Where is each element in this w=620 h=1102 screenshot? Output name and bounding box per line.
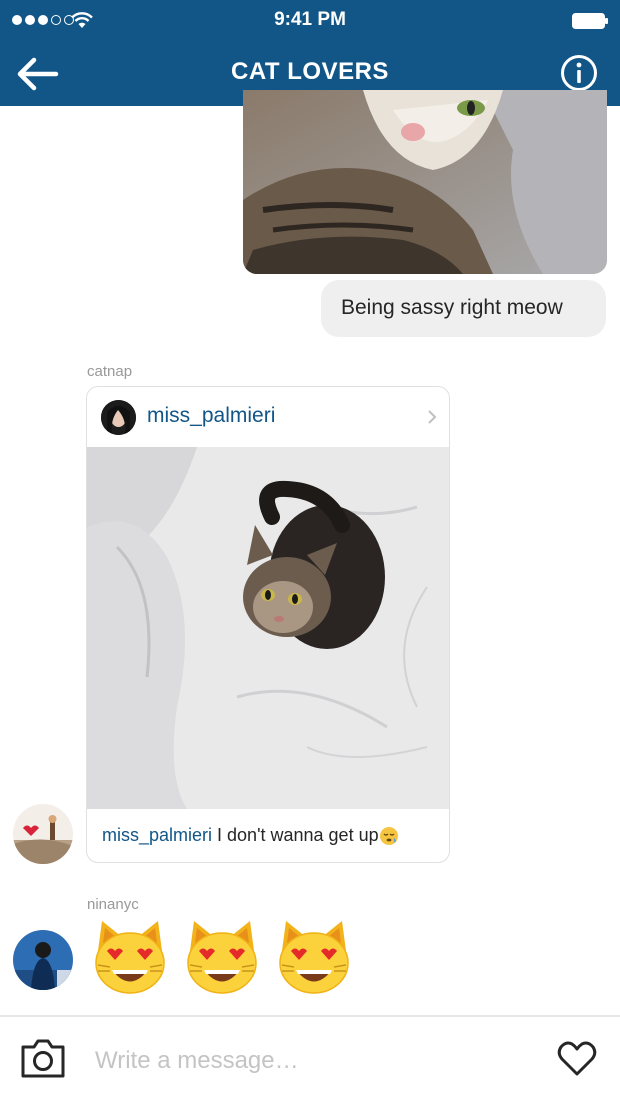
post-author-username[interactable]: miss_palmieri: [147, 404, 275, 428]
heart-eyes-cat-icon: [279, 921, 349, 994]
sender-name-catnap: catnap: [87, 363, 133, 380]
caption-text: I don't wanna get up: [212, 825, 379, 845]
message-input[interactable]: [95, 1043, 525, 1079]
sleepy-face-icon: [379, 827, 398, 846]
post-author-avatar[interactable]: [101, 400, 136, 435]
status-bar: 9:41 PM: [0, 0, 620, 44]
post-photo[interactable]: [87, 447, 449, 809]
ninanyc-avatar[interactable]: [13, 930, 73, 990]
heart-eyes-cat-icon: [95, 921, 165, 994]
outgoing-cat-photo[interactable]: [243, 90, 607, 274]
shared-post-card[interactable]: miss_palmieri miss_palmieri I don't wann…: [86, 386, 450, 863]
status-time: 9:41 PM: [274, 9, 346, 30]
caption-username[interactable]: miss_palmieri: [102, 825, 212, 845]
catnap-avatar[interactable]: [13, 804, 73, 864]
battery-icon: [572, 13, 608, 29]
heart-eyes-cat-icon: [187, 921, 257, 994]
sender-name-ninanyc: ninanyc: [87, 896, 139, 913]
heart-icon[interactable]: [556, 1038, 598, 1078]
camera-icon[interactable]: [19, 1036, 67, 1080]
post-header[interactable]: miss_palmieri: [87, 387, 449, 447]
composer-divider: [0, 1015, 620, 1017]
conversation-title: CAT LOVERS: [231, 58, 389, 85]
info-icon[interactable]: [560, 54, 598, 92]
chevron-right-icon[interactable]: [427, 409, 437, 425]
outgoing-message-bubble: Being sassy right meow: [321, 280, 606, 337]
post-caption: miss_palmieri I don't wanna get up: [102, 825, 399, 846]
